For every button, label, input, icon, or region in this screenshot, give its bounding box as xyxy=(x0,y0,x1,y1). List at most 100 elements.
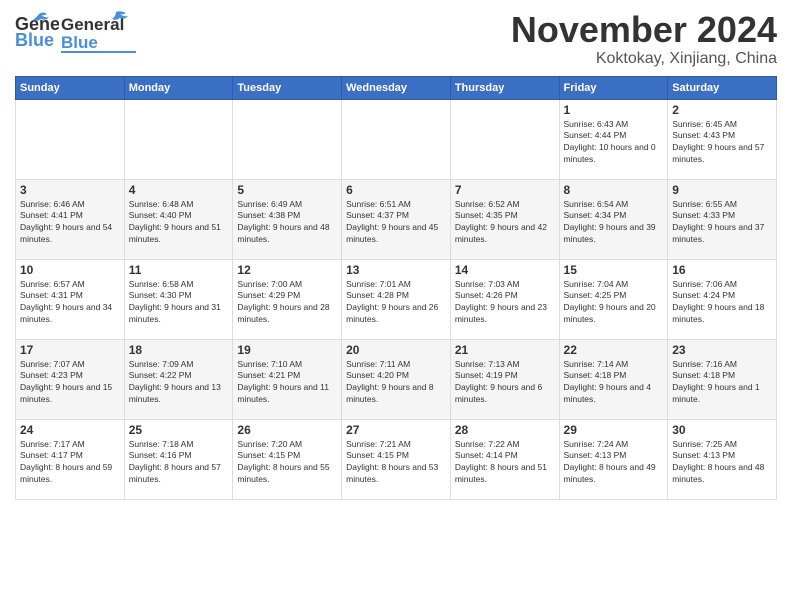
calendar-cell: 11 Sunrise: 6:58 AMSunset: 4:30 PMDayligh… xyxy=(124,259,233,339)
logo-icon: General Blue xyxy=(15,10,59,54)
calendar-cell: 8Sunrise: 6:54 AMSunset: 4:34 PMDaylight… xyxy=(559,179,668,259)
day-info: Sunrise: 6:52 AMSunset: 4:35 PMDaylight:… xyxy=(455,199,555,247)
svg-text:Blue: Blue xyxy=(15,30,54,50)
calendar-cell xyxy=(124,99,233,179)
calendar-cell: 19Sunrise: 7:10 AMSunset: 4:21 PMDayligh… xyxy=(233,339,342,419)
weekday-header-row: Sunday Monday Tuesday Wednesday Thursday… xyxy=(16,76,777,99)
calendar-cell: 27 Sunrise: 7:21 AMSunset: 4:15 PMDayligh… xyxy=(342,419,451,499)
calendar-cell: 28 Sunrise: 7:22 AMSunset: 4:14 PMDayligh… xyxy=(450,419,559,499)
day-number: 4 xyxy=(129,183,229,197)
day-number: 5 xyxy=(237,183,337,197)
header-saturday: Saturday xyxy=(668,76,777,99)
day-number: 10 xyxy=(20,263,120,277)
page-container: General Blue General Blue November 2024 … xyxy=(0,0,792,505)
header-friday: Friday xyxy=(559,76,668,99)
calendar-cell xyxy=(450,99,559,179)
day-info: Sunrise: 6:58 AMSunset: 4:30 PMDaylight:… xyxy=(129,279,229,327)
day-info: Sunrise: 7:22 AMSunset: 4:14 PMDaylight:… xyxy=(455,439,555,487)
day-number: 17 xyxy=(20,343,120,357)
calendar-cell xyxy=(342,99,451,179)
calendar-cell: 2 Sunrise: 6:45 AMSunset: 4:43 PMDaylight… xyxy=(668,99,777,179)
header-tuesday: Tuesday xyxy=(233,76,342,99)
day-number: 30 xyxy=(672,423,772,437)
calendar-cell: 17 Sunrise: 7:07 AMSunset: 4:23 PMDayligh… xyxy=(16,339,125,419)
calendar-cell: 26 Sunrise: 7:20 AMSunset: 4:15 PMDayligh… xyxy=(233,419,342,499)
calendar-body: 1Sunrise: 6:43 AMSunset: 4:44 PMDaylight… xyxy=(16,99,777,499)
day-info: Sunrise: 6:43 AMSunset: 4:44 PMDaylight:… xyxy=(564,119,664,167)
calendar-cell: 23Sunrise: 7:16 AMSunset: 4:18 PMDayligh… xyxy=(668,339,777,419)
day-number: 12 xyxy=(237,263,337,277)
calendar-week-row: 24Sunrise: 7:17 AMSunset: 4:17 PMDayligh… xyxy=(16,419,777,499)
day-number: 24 xyxy=(20,423,120,437)
calendar-cell: 6Sunrise: 6:51 AMSunset: 4:37 PMDaylight… xyxy=(342,179,451,259)
calendar-cell: 9 Sunrise: 6:55 AMSunset: 4:33 PMDaylight… xyxy=(668,179,777,259)
svg-text:Blue: Blue xyxy=(61,33,98,52)
day-number: 29 xyxy=(564,423,664,437)
day-number: 21 xyxy=(455,343,555,357)
subtitle: Koktokay, Xinjiang, China xyxy=(511,50,777,68)
day-info: Sunrise: 7:11 AMSunset: 4:20 PMDaylight:… xyxy=(346,359,446,407)
calendar-cell xyxy=(16,99,125,179)
day-info: Sunrise: 7:24 AMSunset: 4:13 PMDaylight:… xyxy=(564,439,664,487)
day-info: Sunrise: 6:51 AMSunset: 4:37 PMDaylight:… xyxy=(346,199,446,247)
calendar-cell: 24Sunrise: 7:17 AMSunset: 4:17 PMDayligh… xyxy=(16,419,125,499)
day-info: Sunrise: 7:18 AMSunset: 4:16 PMDaylight:… xyxy=(129,439,229,487)
day-number: 20 xyxy=(346,343,446,357)
calendar-week-row: 10 Sunrise: 6:57 AMSunset: 4:31 PMDayligh… xyxy=(16,259,777,339)
day-info: Sunrise: 7:14 AMSunset: 4:18 PMDaylight:… xyxy=(564,359,664,407)
month-title: November 2024 xyxy=(511,10,777,50)
header-sunday: Sunday xyxy=(16,76,125,99)
calendar-week-row: 17 Sunrise: 7:07 AMSunset: 4:23 PMDayligh… xyxy=(16,339,777,419)
calendar-header: Sunday Monday Tuesday Wednesday Thursday… xyxy=(16,76,777,99)
day-info: Sunrise: 7:16 AMSunset: 4:18 PMDaylight:… xyxy=(672,359,772,407)
day-info: Sunrise: 6:49 AMSunset: 4:38 PMDaylight:… xyxy=(237,199,337,247)
day-number: 7 xyxy=(455,183,555,197)
day-info: Sunrise: 7:01 AMSunset: 4:28 PMDaylight:… xyxy=(346,279,446,327)
day-number: 15 xyxy=(564,263,664,277)
day-info: Sunrise: 7:25 AMSunset: 4:13 PMDaylight:… xyxy=(672,439,772,487)
day-number: 19 xyxy=(237,343,337,357)
day-info: Sunrise: 6:55 AMSunset: 4:33 PMDaylight:… xyxy=(672,199,772,247)
day-number: 9 xyxy=(672,183,772,197)
day-info: Sunrise: 7:09 AMSunset: 4:22 PMDaylight:… xyxy=(129,359,229,407)
day-number: 28 xyxy=(455,423,555,437)
day-number: 26 xyxy=(237,423,337,437)
day-info: Sunrise: 6:46 AMSunset: 4:41 PMDaylight:… xyxy=(20,199,120,247)
day-info: Sunrise: 7:21 AMSunset: 4:15 PMDaylight:… xyxy=(346,439,446,487)
day-number: 11 xyxy=(129,263,229,277)
day-info: Sunrise: 6:45 AMSunset: 4:43 PMDaylight:… xyxy=(672,119,772,167)
calendar-cell: 12Sunrise: 7:00 AMSunset: 4:29 PMDayligh… xyxy=(233,259,342,339)
calendar-cell: 30 Sunrise: 7:25 AMSunset: 4:13 PMDayligh… xyxy=(668,419,777,499)
header-wednesday: Wednesday xyxy=(342,76,451,99)
day-info: Sunrise: 7:04 AMSunset: 4:25 PMDaylight:… xyxy=(564,279,664,327)
day-info: Sunrise: 6:48 AMSunset: 4:40 PMDaylight:… xyxy=(129,199,229,247)
day-info: Sunrise: 7:07 AMSunset: 4:23 PMDaylight:… xyxy=(20,359,120,407)
calendar-cell: 13 Sunrise: 7:01 AMSunset: 4:28 PMDayligh… xyxy=(342,259,451,339)
logo-svg: General Blue xyxy=(61,10,171,54)
calendar-cell: 1Sunrise: 6:43 AMSunset: 4:44 PMDaylight… xyxy=(559,99,668,179)
calendar-cell: 3 Sunrise: 6:46 AMSunset: 4:41 PMDaylight… xyxy=(16,179,125,259)
day-number: 14 xyxy=(455,263,555,277)
calendar-cell: 7 Sunrise: 6:52 AMSunset: 4:35 PMDaylight… xyxy=(450,179,559,259)
day-info: Sunrise: 6:54 AMSunset: 4:34 PMDaylight:… xyxy=(564,199,664,247)
day-number: 22 xyxy=(564,343,664,357)
calendar-cell: 10 Sunrise: 6:57 AMSunset: 4:31 PMDayligh… xyxy=(16,259,125,339)
calendar-cell: 29 Sunrise: 7:24 AMSunset: 4:13 PMDayligh… xyxy=(559,419,668,499)
day-number: 27 xyxy=(346,423,446,437)
calendar-week-row: 1Sunrise: 6:43 AMSunset: 4:44 PMDaylight… xyxy=(16,99,777,179)
calendar-cell: 21Sunrise: 7:13 AMSunset: 4:19 PMDayligh… xyxy=(450,339,559,419)
day-number: 18 xyxy=(129,343,229,357)
day-number: 3 xyxy=(20,183,120,197)
day-info: Sunrise: 6:57 AMSunset: 4:31 PMDaylight:… xyxy=(20,279,120,327)
calendar-cell: 25Sunrise: 7:18 AMSunset: 4:16 PMDayligh… xyxy=(124,419,233,499)
calendar-cell: 20 Sunrise: 7:11 AMSunset: 4:20 PMDayligh… xyxy=(342,339,451,419)
header-thursday: Thursday xyxy=(450,76,559,99)
calendar-table: Sunday Monday Tuesday Wednesday Thursday… xyxy=(15,76,777,500)
day-number: 16 xyxy=(672,263,772,277)
calendar-cell: 4 Sunrise: 6:48 AMSunset: 4:40 PMDaylight… xyxy=(124,179,233,259)
calendar-cell: 15 Sunrise: 7:04 AMSunset: 4:25 PMDayligh… xyxy=(559,259,668,339)
day-info: Sunrise: 7:20 AMSunset: 4:15 PMDaylight:… xyxy=(237,439,337,487)
day-number: 2 xyxy=(672,103,772,117)
header: General Blue General Blue November 2024 … xyxy=(15,10,777,68)
day-number: 13 xyxy=(346,263,446,277)
